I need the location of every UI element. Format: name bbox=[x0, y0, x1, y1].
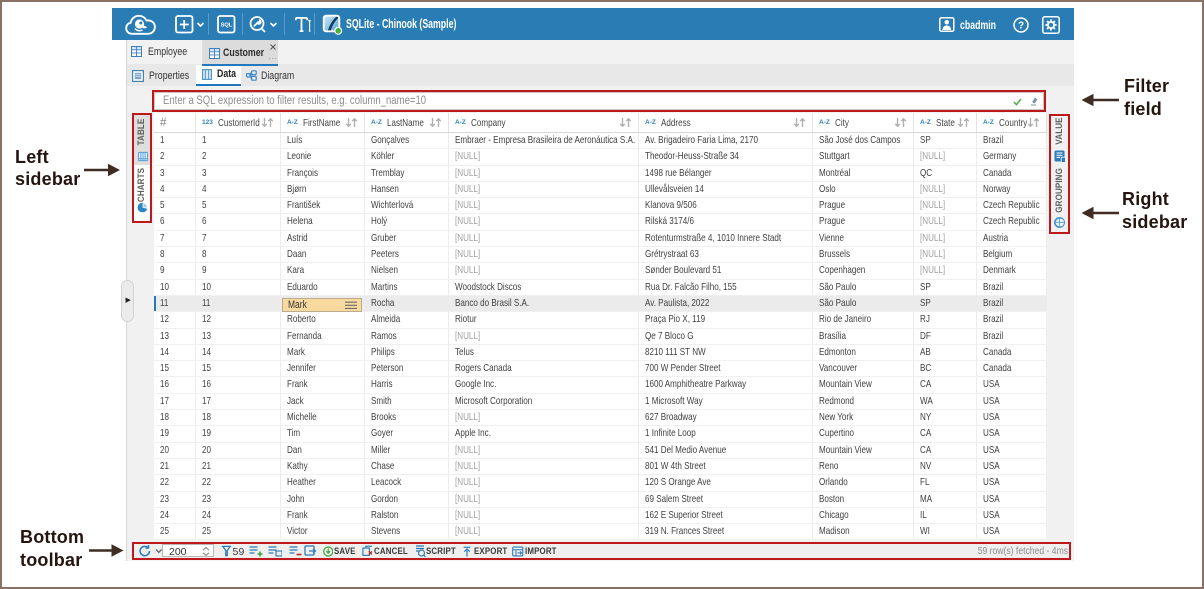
svg-text:?: ? bbox=[1018, 21, 1024, 32]
svg-text:SQL: SQL bbox=[221, 22, 233, 28]
